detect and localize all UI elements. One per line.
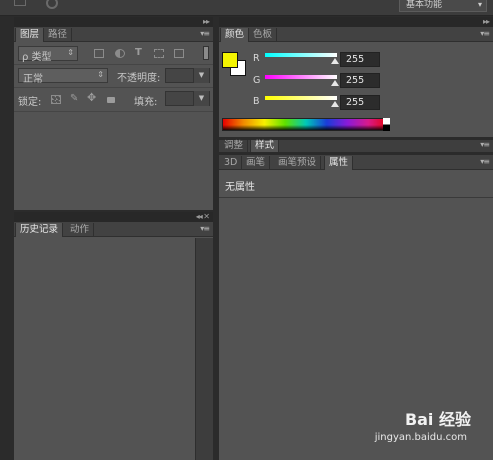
tab-styles[interactable]: 样式 bbox=[250, 140, 280, 152]
history-scrollbar[interactable] bbox=[195, 238, 213, 460]
fill-field[interactable]: ▼ bbox=[165, 91, 210, 106]
lock-transparent-icon[interactable] bbox=[51, 95, 61, 104]
adjustments-panel: 调整 样式 ▾≡ bbox=[219, 140, 493, 152]
panel-menu-icon[interactable]: ▾≡ bbox=[480, 157, 490, 166]
tab-adjustments[interactable]: 调整 bbox=[220, 140, 249, 152]
collapse-icon: ▸▸ bbox=[482, 17, 490, 26]
properties-tabbar: 3D 画笔 画笔预设 属性 ▾≡ bbox=[219, 155, 493, 170]
updown-icon: ⇕ bbox=[67, 48, 74, 57]
blue-channel-label: B bbox=[253, 96, 260, 107]
tab-swatches[interactable]: 色板 bbox=[249, 28, 278, 42]
history-panel: 历史记录 动作 ▾≡ bbox=[14, 222, 213, 460]
green-value-field[interactable]: 255 bbox=[340, 73, 380, 88]
color-tabbar: 颜色 色板 ▾≡ bbox=[219, 27, 493, 42]
lock-image-icon[interactable]: ✎ bbox=[70, 94, 78, 104]
lock-label: 锁定: bbox=[18, 97, 42, 108]
updown-icon: ⇕ bbox=[97, 70, 104, 79]
tab-actions[interactable]: 动作 bbox=[66, 223, 95, 237]
properties-header: 无属性 bbox=[219, 170, 493, 198]
watermark-brand: Bai 经验 bbox=[404, 410, 471, 429]
options-bar: 基本功能 ▾ bbox=[0, 0, 493, 16]
red-slider[interactable] bbox=[265, 53, 337, 57]
green-slider-thumb[interactable] bbox=[331, 80, 339, 86]
tab-color[interactable]: 颜色 bbox=[220, 28, 250, 42]
baidu-jingyan-watermark: Bai 经验 jingyan.baidu.com bbox=[361, 406, 471, 446]
red-channel-label: R bbox=[253, 53, 260, 64]
collapse-icon: ▸▸ bbox=[202, 17, 210, 26]
tab-brush[interactable]: 画笔 bbox=[242, 156, 271, 170]
layer-kind-filter[interactable]: ρ 类型 ⇕ bbox=[18, 46, 78, 63]
layer-kind-label: ρ 类型 bbox=[22, 52, 52, 63]
fill-label: 填充: bbox=[134, 97, 158, 108]
opacity-field[interactable]: ▼ bbox=[165, 68, 210, 83]
blend-mode-select[interactable]: 正常 ⇕ bbox=[18, 68, 108, 85]
layers-tabbar: 图层 路径 ▾≡ bbox=[14, 27, 213, 42]
lock-position-icon[interactable]: ✥ bbox=[87, 92, 96, 103]
chevron-down-icon[interactable]: ▼ bbox=[193, 68, 209, 83]
smart-object-filter-icon[interactable] bbox=[174, 49, 184, 58]
tab-properties[interactable]: 属性 bbox=[324, 156, 354, 170]
blue-slider[interactable] bbox=[265, 96, 337, 100]
red-slider-thumb[interactable] bbox=[331, 58, 339, 64]
panel-menu-icon[interactable]: ▾≡ bbox=[480, 29, 490, 38]
color-panel: 颜色 色板 ▾≡ R 255 G 255 B 255 bbox=[219, 27, 493, 137]
shape-filter-icon[interactable] bbox=[154, 49, 164, 58]
tab-3d[interactable]: 3D bbox=[220, 156, 243, 170]
tab-history[interactable]: 历史记录 bbox=[15, 223, 64, 237]
panel-collapse-strip[interactable]: ▸▸ bbox=[14, 17, 213, 27]
blue-value-field[interactable]: 255 bbox=[340, 95, 380, 110]
opacity-label: 不透明度: bbox=[117, 73, 161, 84]
green-channel-label: G bbox=[253, 75, 261, 86]
watermark-url: jingyan.baidu.com bbox=[374, 432, 467, 443]
chevron-down-icon[interactable]: ▼ bbox=[193, 91, 209, 106]
image-filter-icon[interactable] bbox=[94, 49, 104, 58]
layers-list[interactable] bbox=[14, 112, 213, 210]
workspace-switcher[interactable]: 基本功能 ▾ bbox=[399, 0, 487, 12]
chevron-down-icon: ▾ bbox=[477, 0, 482, 9]
refresh-icon[interactable] bbox=[46, 0, 58, 9]
type-filter-icon[interactable]: T bbox=[135, 48, 142, 58]
panel-menu-icon[interactable]: ▾≡ bbox=[200, 224, 210, 233]
filter-toggle-switch[interactable] bbox=[203, 46, 209, 60]
history-list[interactable] bbox=[14, 238, 195, 460]
color-spectrum-ramp[interactable] bbox=[222, 118, 390, 131]
divider bbox=[14, 64, 213, 65]
panel-menu-icon[interactable]: ▾≡ bbox=[480, 140, 490, 149]
tab-paths[interactable]: 路径 bbox=[44, 28, 73, 42]
black-white-chip[interactable] bbox=[383, 118, 390, 131]
red-value-field[interactable]: 255 bbox=[340, 52, 380, 67]
foreground-color-swatch[interactable] bbox=[222, 52, 238, 68]
adjustment-filter-icon[interactable] bbox=[115, 49, 125, 58]
no-properties-text: 无属性 bbox=[225, 182, 255, 193]
tool-options-icon[interactable] bbox=[14, 0, 26, 6]
layers-panel: 图层 路径 ▾≡ ρ 类型 ⇕ T 正常 ⇕ 不透明度: ▼ 锁定: ✎ ✥ 填… bbox=[14, 27, 213, 210]
green-slider[interactable] bbox=[265, 75, 337, 79]
ramp-shade bbox=[223, 125, 389, 130]
history-tabbar: 历史记录 动作 ▾≡ bbox=[14, 222, 213, 237]
blend-mode-value: 正常 bbox=[23, 74, 43, 85]
blue-slider-thumb[interactable] bbox=[331, 101, 339, 107]
panel-menu-icon[interactable]: ▾≡ bbox=[200, 29, 210, 38]
tab-brush-presets[interactable]: 画笔预设 bbox=[274, 156, 322, 170]
divider bbox=[14, 87, 213, 88]
right-collapse-strip[interactable]: ▸▸ bbox=[219, 17, 493, 27]
collapse-icon: ◂◂ ✕ bbox=[195, 212, 210, 221]
history-collapse-strip[interactable]: ◂◂ ✕ bbox=[14, 212, 213, 222]
workspace-label: 基本功能 bbox=[406, 0, 443, 10]
tab-layers[interactable]: 图层 bbox=[15, 28, 45, 42]
lock-all-icon[interactable] bbox=[107, 97, 115, 103]
